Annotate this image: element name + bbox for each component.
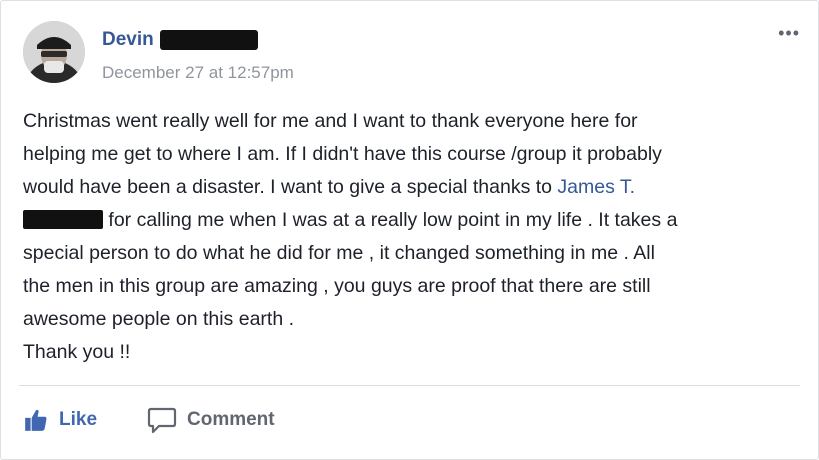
post-timestamp[interactable]: December 27 at 12:57pm (102, 63, 294, 83)
more-options-icon[interactable]: ••• (778, 23, 800, 44)
comment-button[interactable]: Comment (147, 403, 275, 437)
speech-bubble-icon (147, 407, 177, 434)
post-line: would have been a disaster. I want to gi… (23, 171, 793, 204)
post-line: awesome people on this earth . (23, 308, 295, 330)
post-line-text: for calling me when I was at a really lo… (103, 209, 678, 231)
post-line: special person to do what he did for me … (23, 242, 655, 264)
author-name[interactable]: Devin (102, 29, 154, 50)
author-row: Devin (102, 29, 258, 53)
divider (19, 385, 800, 386)
like-label: Like (59, 409, 98, 430)
comment-label: Comment (187, 409, 275, 430)
like-button[interactable]: Like (23, 403, 97, 437)
redacted-mention-surname (23, 210, 103, 229)
post-line: Thank you !! (23, 341, 131, 363)
redacted-surname (159, 30, 258, 50)
post-card: Devin December 27 at 12:57pm ••• Christm… (0, 0, 819, 460)
post-line-text: would have been a disaster. I want to gi… (23, 176, 558, 198)
post-line: the men in this group are amazing , you … (23, 275, 651, 297)
avatar[interactable] (23, 21, 85, 83)
mention-link[interactable]: James T. (557, 176, 635, 198)
post-line: helping me get to where I am. If I didn'… (23, 143, 662, 165)
thumbs-up-icon (25, 409, 47, 431)
post-line: for calling me when I was at a really lo… (23, 204, 793, 237)
post-body: Christmas went really well for me and I … (23, 105, 793, 369)
avatar-image (23, 21, 85, 83)
post-line: Christmas went really well for me and I … (23, 110, 638, 132)
